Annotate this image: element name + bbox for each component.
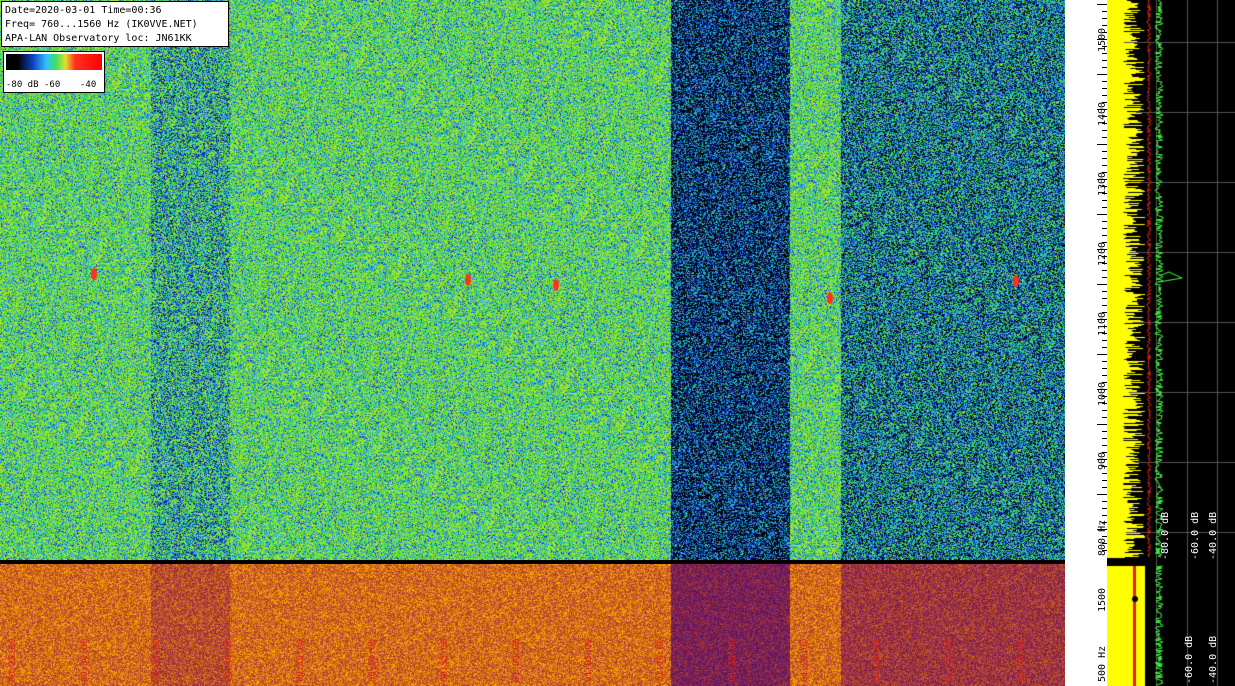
info-date-time: Date=2020-03-01 Time=00:36	[5, 5, 162, 16]
tick-mark	[1097, 284, 1107, 285]
spectrum-label-upper-c: -80.0 dB	[1160, 511, 1171, 560]
upper-waterfall	[0, 0, 1065, 560]
time-label: 00:25:00	[8, 638, 18, 682]
tick-mark	[1097, 424, 1107, 425]
tick-mark	[1097, 249, 1107, 250]
spectrum-label-upper-b: -40.0 dB	[1208, 511, 1219, 560]
color-label-60: -60	[44, 80, 61, 90]
time-label: 01:05:00	[584, 638, 594, 682]
tick-mark	[1097, 494, 1107, 495]
time-label: 01:00:00	[512, 638, 522, 682]
tick-mark	[1097, 529, 1107, 530]
info-box: Date=2020-03-01 Time=00:36 Freq= 760...1…	[1, 1, 229, 47]
time-label: 01:15:00	[728, 638, 738, 682]
tick-mark	[1097, 74, 1107, 75]
tick-mark	[1097, 39, 1107, 40]
time-label: 00:45:00	[296, 638, 306, 682]
time-label: 00:30:00	[80, 638, 90, 682]
tick-mark	[1097, 109, 1107, 110]
spectrum-label-upper-a: -60.0 dB	[1190, 511, 1201, 560]
time-label: 01:20:00	[800, 638, 810, 682]
time-label: 01:10:00	[656, 638, 666, 682]
tick-mark	[1097, 319, 1107, 320]
tick-mark	[1097, 459, 1107, 460]
time-label: 01:30:00	[944, 638, 954, 682]
time-label: 00:55:00	[440, 638, 450, 682]
tick-mark	[1097, 4, 1107, 5]
time-label: 01:25:00	[872, 638, 882, 682]
time-label: 00:35:00	[152, 638, 162, 682]
color-label-80: -80 dB	[6, 80, 39, 90]
tick-mark	[1097, 214, 1107, 215]
spectrum-panel	[1107, 0, 1235, 686]
tick-mark	[1097, 354, 1107, 355]
tick-mark	[1097, 179, 1107, 180]
time-label: 00:40:00	[224, 638, 234, 682]
color-label-40: -40	[80, 80, 97, 90]
time-label: 01:35:00	[1016, 638, 1026, 682]
spectrogram-window: 1500 1400 1300 1200 1100 1000 900 800 Hz…	[0, 0, 1235, 686]
info-observatory: APA-LAN Observatory loc: JN61KK	[5, 33, 192, 44]
color-scale: -80 dB -60 -40	[3, 51, 105, 93]
frequency-scale: 1500 1400 1300 1200 1100 1000 900 800 Hz…	[1065, 0, 1108, 686]
info-frequency: Freq= 760...1560 Hz (IK0VVE.NET)	[5, 19, 198, 30]
color-gradient	[6, 54, 102, 70]
tick-mark	[1097, 389, 1107, 390]
time-label: 00:50:00	[368, 638, 378, 682]
tick-mark	[1097, 144, 1107, 145]
spectrum-label-lower-a: -60.0 dB	[1184, 635, 1195, 684]
spectrum-label-lower-b: -40.0 dB	[1208, 635, 1219, 684]
